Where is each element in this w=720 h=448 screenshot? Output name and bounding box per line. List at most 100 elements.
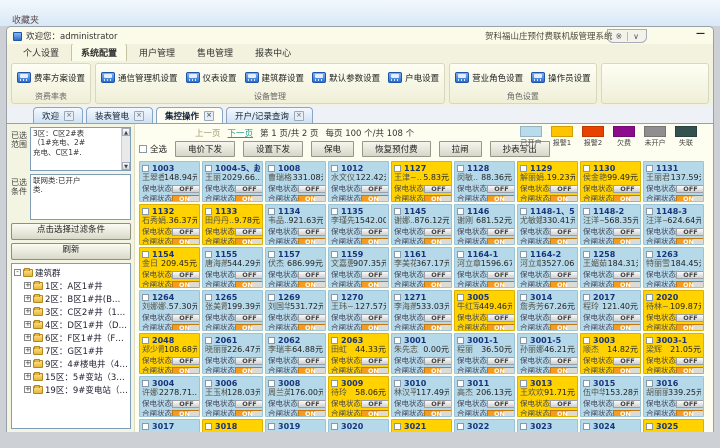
meter-tile[interactable]: 1157伏杰686.99元保电状态OFF合闸状态ON: [265, 247, 326, 288]
ribbon-button-建筑群设置[interactable]: 建筑群设置: [245, 72, 305, 84]
meter-tile[interactable]: 1004-5、赵一王丽2029.66..保电状态OFF合闸状态ON: [202, 161, 263, 202]
keep-power-toggle[interactable]: OFF: [487, 185, 515, 193]
toolbar-button-拉闸[interactable]: 拉闸: [439, 141, 482, 157]
ribbon-button-营业角色设置[interactable]: 营业角色设置: [455, 72, 523, 84]
switch-state-toggle[interactable]: ON: [172, 238, 200, 246]
scroll-down-icon[interactable]: ▼: [122, 162, 130, 170]
switch-state-toggle[interactable]: ON: [424, 281, 452, 289]
meter-tile[interactable]: 1003王翠香148.94元保电状态OFF合闸状态ON: [139, 161, 200, 202]
switch-state-toggle[interactable]: ON: [676, 410, 704, 418]
tree-item[interactable]: +7区：G区1#井: [24, 344, 128, 357]
keep-power-toggle[interactable]: OFF: [298, 185, 326, 193]
tile-checkbox[interactable]: [457, 423, 464, 430]
switch-state-toggle[interactable]: ON: [172, 410, 200, 418]
expand-icon[interactable]: +: [24, 295, 31, 302]
tab-装表管电[interactable]: 装表管电×: [86, 107, 153, 123]
tile-checkbox[interactable]: [583, 165, 590, 172]
tile-checkbox[interactable]: [268, 251, 275, 258]
keep-power-toggle[interactable]: OFF: [550, 185, 578, 193]
keep-power-toggle[interactable]: OFF: [424, 228, 452, 236]
tile-checkbox[interactable]: [646, 208, 653, 215]
meter-tile[interactable]: 3001-5孙丽娜46.21元保电状态OFF合闸状态ON: [517, 333, 578, 374]
meter-tile[interactable]: 1161李美花367.17元保电状态OFF合闸状态ON: [391, 247, 452, 288]
tab-close-icon[interactable]: ×: [64, 111, 74, 121]
meter-tile[interactable]: 1265张美霞199.39元保电状态OFF合闸状态ON: [202, 290, 263, 331]
keep-power-toggle[interactable]: OFF: [424, 314, 452, 322]
switch-state-toggle[interactable]: ON: [235, 238, 263, 246]
keep-power-toggle[interactable]: OFF: [424, 185, 452, 193]
switch-state-toggle[interactable]: ON: [298, 281, 326, 289]
tile-checkbox[interactable]: [142, 251, 149, 258]
select-all-checkbox[interactable]: [139, 145, 147, 153]
tile-checkbox[interactable]: [331, 380, 338, 387]
tile-checkbox[interactable]: [583, 423, 590, 430]
meter-tile[interactable]: 1146谢刚681.52元保电状态OFF合闸状态ON: [454, 204, 515, 245]
keep-power-toggle[interactable]: OFF: [676, 314, 704, 322]
keep-power-toggle[interactable]: OFF: [172, 185, 200, 193]
meter-tile[interactable]: 3018保电状态OFF合闸状态ON: [202, 419, 263, 432]
tile-checkbox[interactable]: [142, 165, 149, 172]
switch-state-toggle[interactable]: ON: [424, 367, 452, 375]
tile-checkbox[interactable]: [205, 208, 212, 215]
refresh-button[interactable]: 刷新: [11, 243, 131, 260]
keep-power-toggle[interactable]: OFF: [361, 228, 389, 236]
meter-tile[interactable]: 1148-1、522尤敏娥330.41元保电状态OFF合闸状态ON: [517, 204, 578, 245]
switch-state-toggle[interactable]: ON: [361, 195, 389, 203]
select-all-control[interactable]: 全选: [139, 143, 167, 155]
meter-tile[interactable]: 3006王玉林128.03元保电状态OFF合闸状态ON: [202, 376, 263, 417]
meter-tile[interactable]: 1271李海燕533.03元保电状态OFF合闸状态ON: [391, 290, 452, 331]
switch-state-toggle[interactable]: ON: [487, 410, 515, 418]
switch-state-toggle[interactable]: ON: [424, 410, 452, 418]
switch-state-toggle[interactable]: ON: [550, 410, 578, 418]
keep-power-toggle[interactable]: OFF: [676, 185, 704, 193]
switch-state-toggle[interactable]: ON: [613, 195, 641, 203]
meter-tile[interactable]: 3005牛红军449.46元保电状态OFF合闸状态ON: [454, 290, 515, 331]
chevron-down-icon[interactable]: ∨: [633, 32, 639, 41]
tile-checkbox[interactable]: [268, 337, 275, 344]
tile-checkbox[interactable]: [520, 294, 527, 301]
tile-checkbox[interactable]: [583, 337, 590, 344]
tree-item[interactable]: +3区：C区2#井（1#充: [24, 305, 128, 318]
tree-item[interactable]: +2区：B区1#井(B区1#: [24, 292, 128, 305]
meter-tile[interactable]: 2063田虹44.33元保电状态OFF合闸状态ON: [328, 333, 389, 374]
switch-state-toggle[interactable]: ON: [298, 324, 326, 332]
meter-tile[interactable]: 3022保电状态OFF合闸状态ON: [454, 419, 515, 432]
tree-item[interactable]: +9区：4#楼电井（4#楼: [24, 357, 128, 370]
keep-power-toggle[interactable]: OFF: [613, 357, 641, 365]
meter-tile[interactable]: 3009待玲58.06元保电状态OFF合闸状态ON: [328, 376, 389, 417]
keep-power-toggle[interactable]: OFF: [487, 357, 515, 365]
meter-tile[interactable]: 1135李瑾先..1542.00..保电状态OFF合闸状态ON: [328, 204, 389, 245]
switch-state-toggle[interactable]: ON: [361, 281, 389, 289]
menu-item-报表中心[interactable]: 报表中心: [245, 43, 301, 61]
tree-item[interactable]: +6区：F区1#井（F区1#: [24, 331, 128, 344]
switch-state-toggle[interactable]: ON: [487, 238, 515, 246]
meter-tile[interactable]: 3003-1梁辉21.05元保电状态OFF合闸状态ON: [643, 333, 704, 374]
meter-tile[interactable]: 1164-1河立章..1596.67..保电状态OFF合闸状态ON: [454, 247, 515, 288]
switch-state-toggle[interactable]: ON: [613, 238, 641, 246]
expand-icon[interactable]: +: [24, 282, 31, 289]
meter-tile[interactable]: 3003顺杰14.82元保电状态OFF合闸状态ON: [580, 333, 641, 374]
tile-checkbox[interactable]: [331, 423, 338, 430]
tile-checkbox[interactable]: [394, 208, 401, 215]
meter-tile[interactable]: 1148-3汪洋~624.64元保电状态OFF合闸状态ON: [643, 204, 704, 245]
switch-state-toggle[interactable]: ON: [487, 195, 515, 203]
tile-checkbox[interactable]: [142, 423, 149, 430]
switch-state-toggle[interactable]: ON: [298, 410, 326, 418]
selected-range-listbox[interactable]: ▲ ▼ 3区：C区2#表（1#充电、2#充电、C区1#.: [30, 127, 131, 171]
tile-checkbox[interactable]: [331, 294, 338, 301]
tile-checkbox[interactable]: [646, 294, 653, 301]
tile-checkbox[interactable]: [394, 423, 401, 430]
tab-close-icon[interactable]: ×: [134, 111, 144, 121]
meter-tile[interactable]: 3015伍中华153.28元保电状态OFF合闸状态ON: [580, 376, 641, 417]
keep-power-toggle[interactable]: OFF: [235, 185, 263, 193]
meter-tile[interactable]: 2017程玲121.40元保电状态OFF合闸状态ON: [580, 290, 641, 331]
tile-checkbox[interactable]: [457, 294, 464, 301]
switch-state-toggle[interactable]: ON: [235, 410, 263, 418]
meter-tile[interactable]: 3016胡丽丽339.25元保电状态OFF合闸状态ON: [643, 376, 704, 417]
meter-tile[interactable]: 1270王玮~..127.57元保电状态OFF合闸状态ON: [328, 290, 389, 331]
switch-state-toggle[interactable]: ON: [613, 281, 641, 289]
meter-tile[interactable]: 3024保电状态OFF合闸状态ON: [580, 419, 641, 432]
keep-power-toggle[interactable]: OFF: [550, 271, 578, 279]
tile-checkbox[interactable]: [457, 251, 464, 258]
expand-icon[interactable]: +: [24, 347, 31, 354]
